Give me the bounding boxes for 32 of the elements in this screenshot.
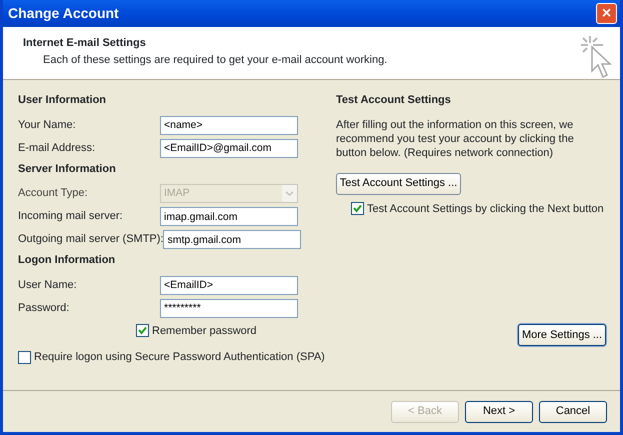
input-field[interactable]: ********* [160, 298, 298, 318]
section-heading: Test Account Settings [336, 93, 452, 108]
input-field[interactable]: <name> [160, 116, 298, 134]
close-button[interactable]: × [596, 3, 617, 24]
header-title: Internet E-mail Settings [23, 36, 147, 51]
input-field[interactable]: smtp.gmail.com [163, 230, 302, 249]
field-label: Incoming mail server: [18, 209, 123, 224]
window-title: Change Account [8, 4, 119, 23]
test-on-next-label: Test Account Settings by clicking the Next button [367, 202, 604, 216]
spa-label: Require logon using Secure Password Authentication (SPA) [34, 350, 325, 365]
field-label: User Name: [18, 278, 77, 293]
test-on-next-checkbox[interactable] [351, 202, 364, 216]
input-field[interactable]: <EmailID>@gmail.com [160, 138, 298, 158]
wizard-button[interactable]: Next > [465, 400, 533, 422]
test-description: After filling out the information on this screen, we recommend you test your account by clicking the button below. (Requires network connection) [336, 118, 575, 160]
field-label: Outgoing mail server (SMTP): [18, 232, 164, 248]
field-label: E-mail Address: [18, 140, 96, 156]
remember-password-label: Remember password [152, 324, 257, 338]
input-field[interactable]: <EmailID> [160, 276, 298, 294]
more-settings-button[interactable]: More Settings ... [518, 324, 606, 346]
section-heading: Logon Information [18, 253, 116, 268]
remember-password-checkbox[interactable] [136, 324, 149, 338]
section-heading: Server Information [18, 162, 117, 176]
section-heading: User Information [18, 93, 108, 108]
wizard-button[interactable]: Cancel [539, 400, 607, 422]
spa-checkbox[interactable] [18, 350, 31, 364]
field-label: Your Name: [18, 118, 76, 133]
field-label: Password: [18, 300, 70, 316]
header-subtitle: Each of these settings are required to get your e-mail account working. [42, 52, 388, 68]
field-label: Account Type: [18, 186, 88, 202]
input-field[interactable]: imap.gmail.com [160, 207, 298, 226]
test-account-settings-button[interactable]: Test Account Settings ... [336, 172, 461, 194]
